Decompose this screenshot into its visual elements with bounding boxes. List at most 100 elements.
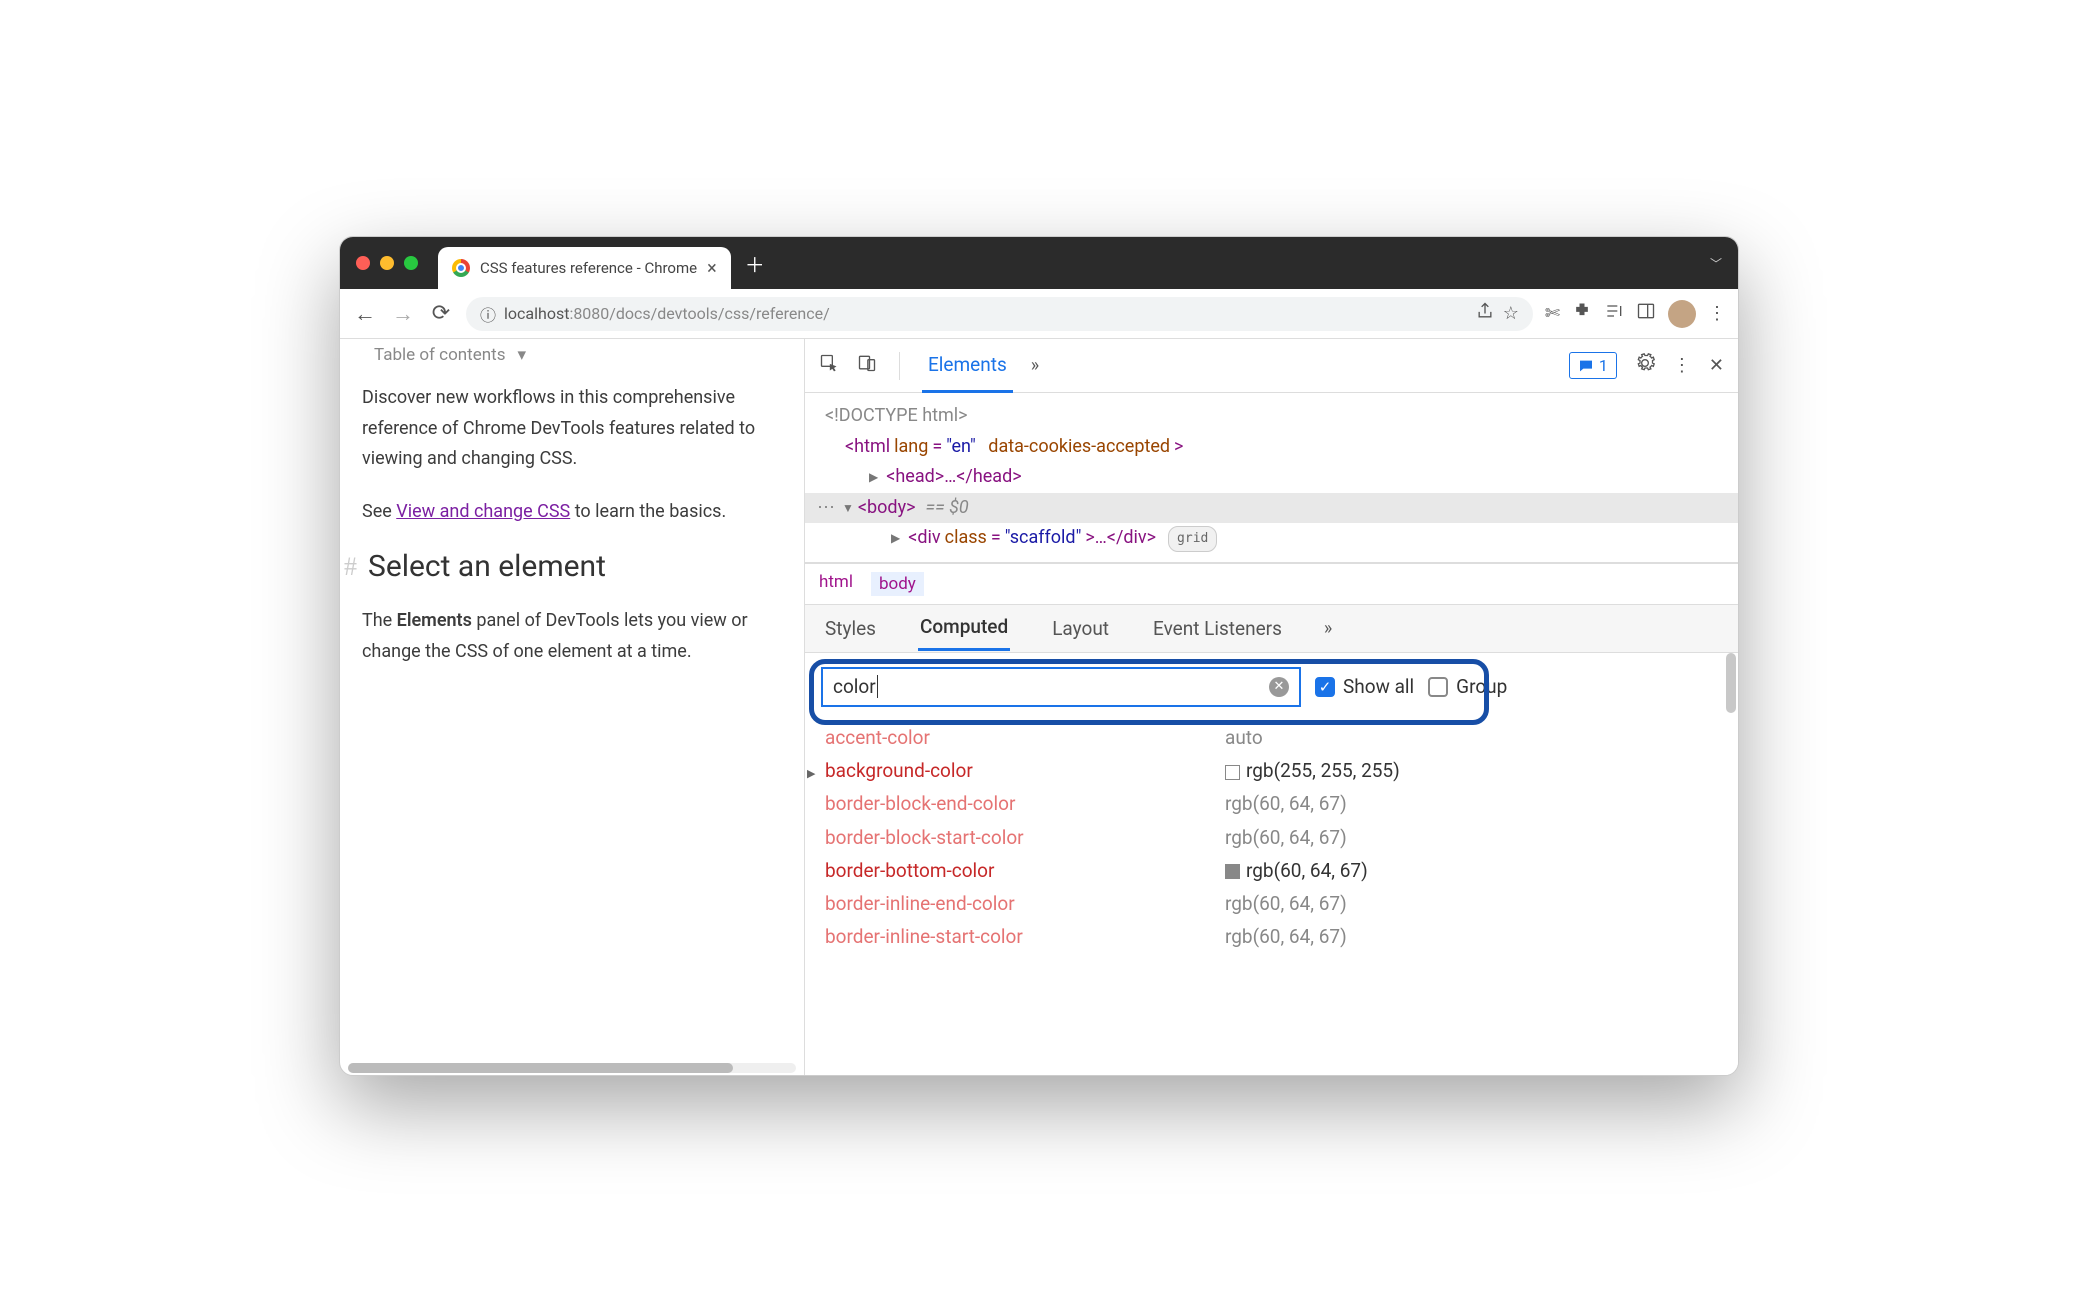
more-tabs-icon[interactable]: » xyxy=(1031,355,1039,376)
show-all-checkbox[interactable]: ✓Show all xyxy=(1315,675,1414,698)
subtab-layout[interactable]: Layout xyxy=(1050,607,1111,650)
close-tab-button[interactable]: × xyxy=(707,258,717,279)
tab-elements[interactable]: Elements xyxy=(922,339,1013,393)
checkbox-unchecked-icon xyxy=(1428,677,1448,697)
property-name: border-bottom-color xyxy=(825,854,1225,887)
url-host: localhost xyxy=(504,304,569,323)
back-button[interactable]: ← xyxy=(352,301,378,327)
menu-icon[interactable]: ⋮ xyxy=(1708,303,1726,324)
inspect-element-icon[interactable] xyxy=(819,353,839,378)
grid-badge[interactable]: grid xyxy=(1168,526,1217,552)
share-icon[interactable] xyxy=(1475,301,1495,326)
browser-window: CSS features reference - Chrome × ＋ ﹀ ← … xyxy=(339,236,1739,1076)
kebab-menu-icon[interactable]: ⋮ xyxy=(1673,355,1691,376)
property-name: border-inline-end-color xyxy=(825,887,1225,920)
property-name: border-block-end-color xyxy=(825,787,1225,820)
crumb-body[interactable]: body xyxy=(871,572,924,596)
filter-input[interactable]: color ✕ xyxy=(821,667,1301,707)
scissors-icon[interactable]: ✄ xyxy=(1545,303,1560,324)
forward-button[interactable]: → xyxy=(390,301,416,327)
property-value: rgb(60, 64, 67) xyxy=(1225,854,1368,887)
see-also-paragraph: See View and change CSS to learn the bas… xyxy=(362,497,782,528)
dom-tree[interactable]: <!DOCTYPE html> <html lang="en" data-coo… xyxy=(805,393,1738,563)
url-path: /docs/devtools/css/reference/ xyxy=(609,304,829,323)
property-value: rgb(60, 64, 67) xyxy=(1225,821,1347,854)
computed-property-row[interactable]: border-block-end-colorrgb(60, 64, 67) xyxy=(825,787,1722,820)
html-node[interactable]: <html lang="en" data-cookies-accepted> xyxy=(817,432,1726,463)
webpage-pane: Table of contents ▾ Discover new workflo… xyxy=(340,339,805,1075)
property-name: ▶background-color xyxy=(825,754,1225,787)
breadcrumb: html body xyxy=(805,563,1738,605)
computed-property-row[interactable]: ▶background-colorrgb(255, 255, 255) xyxy=(825,754,1722,787)
chevron-down-icon: ▾ xyxy=(517,345,526,365)
address-bar[interactable]: ⓘ localhost:8080/docs/devtools/css/refer… xyxy=(466,297,1533,331)
close-devtools-icon[interactable]: ✕ xyxy=(1709,355,1724,376)
hash-icon: # xyxy=(344,552,360,582)
separator xyxy=(899,352,900,380)
maximize-window-button[interactable] xyxy=(404,256,418,270)
subtab-computed[interactable]: Computed xyxy=(918,605,1010,651)
color-swatch[interactable] xyxy=(1225,864,1240,879)
property-name: accent-color xyxy=(825,721,1225,754)
property-value: rgb(255, 255, 255) xyxy=(1225,754,1400,787)
minimize-window-button[interactable] xyxy=(380,256,394,270)
color-swatch[interactable] xyxy=(1225,765,1240,780)
subtab-styles[interactable]: Styles xyxy=(823,607,878,650)
section-heading: #Select an element xyxy=(362,549,782,584)
property-name: border-inline-start-color xyxy=(825,920,1225,953)
vertical-scrollbar[interactable] xyxy=(1726,653,1736,713)
chrome-icon xyxy=(452,259,470,277)
styles-subtabs: Styles Computed Layout Event Listeners » xyxy=(805,605,1738,653)
site-info-icon[interactable]: ⓘ xyxy=(480,302,496,326)
issues-badge[interactable]: 1 xyxy=(1569,352,1617,379)
browser-tab[interactable]: CSS features reference - Chrome × xyxy=(438,247,731,289)
group-checkbox[interactable]: Group xyxy=(1428,675,1507,698)
checkbox-checked-icon: ✓ xyxy=(1315,677,1335,697)
property-value: rgb(60, 64, 67) xyxy=(1225,787,1347,820)
computed-property-row[interactable]: border-bottom-colorrgb(60, 64, 67) xyxy=(825,854,1722,887)
crumb-html[interactable]: html xyxy=(819,572,853,596)
horizontal-scrollbar[interactable] xyxy=(348,1063,796,1073)
intro-paragraph: Discover new workflows in this comprehen… xyxy=(362,383,782,475)
computed-property-row[interactable]: border-inline-end-colorrgb(60, 64, 67) xyxy=(825,887,1722,920)
body-paragraph: The Elements panel of DevTools lets you … xyxy=(362,606,782,667)
property-value: rgb(60, 64, 67) xyxy=(1225,920,1347,953)
reload-button[interactable]: ⟳ xyxy=(428,301,454,326)
property-value: auto xyxy=(1225,721,1263,754)
reading-list-icon[interactable] xyxy=(1604,301,1624,326)
computed-properties-list: accent-colorauto▶background-colorrgb(255… xyxy=(805,721,1738,964)
content-area: Table of contents ▾ Discover new workflo… xyxy=(340,339,1738,1075)
profile-avatar[interactable] xyxy=(1668,300,1696,328)
settings-gear-icon[interactable] xyxy=(1635,353,1655,378)
devtools-pane: Elements » 1 ⋮ ✕ <!DOCTYPE html> <html l… xyxy=(805,339,1738,1075)
computed-property-row[interactable]: accent-colorauto xyxy=(825,721,1722,754)
body-node-selected[interactable]: ⋯▼<body>== $0 xyxy=(805,493,1738,524)
tab-title: CSS features reference - Chrome xyxy=(480,259,697,277)
new-tab-button[interactable]: ＋ xyxy=(745,249,765,278)
table-of-contents-toggle[interactable]: Table of contents ▾ xyxy=(362,343,782,383)
clear-filter-icon[interactable]: ✕ xyxy=(1269,677,1289,697)
device-toolbar-icon[interactable] xyxy=(857,353,877,378)
extensions-icon[interactable] xyxy=(1572,301,1592,326)
titlebar: CSS features reference - Chrome × ＋ ﹀ xyxy=(340,237,1738,289)
view-change-css-link[interactable]: View and change CSS xyxy=(396,501,570,522)
filter-value: color xyxy=(833,675,878,698)
doctype-node: <!DOCTYPE html> xyxy=(817,401,1726,432)
computed-property-row[interactable]: border-block-start-colorrgb(60, 64, 67) xyxy=(825,821,1722,854)
close-window-button[interactable] xyxy=(356,256,370,270)
url-port: :8080 xyxy=(569,304,609,323)
side-panel-icon[interactable] xyxy=(1636,301,1656,326)
property-name: border-block-start-color xyxy=(825,821,1225,854)
subtab-event-listeners[interactable]: Event Listeners xyxy=(1151,607,1284,650)
computed-property-row[interactable]: border-inline-start-colorrgb(60, 64, 67) xyxy=(825,920,1722,953)
computed-filter-row: color ✕ ✓Show all Group xyxy=(805,653,1738,721)
ellipsis-icon: ⋯ xyxy=(817,493,836,524)
head-node[interactable]: ▶<head>…</head> xyxy=(817,462,1726,493)
tabs-dropdown-icon[interactable]: ﹀ xyxy=(1710,255,1722,272)
console-ref: == $0 xyxy=(926,493,969,524)
toc-label: Table of contents xyxy=(374,345,505,365)
bookmark-icon[interactable]: ☆ xyxy=(1503,303,1519,324)
more-subtabs-icon[interactable]: » xyxy=(1324,618,1332,639)
div-scaffold-node[interactable]: ▶<div class="scaffold">…</div>grid xyxy=(817,523,1726,554)
property-value: rgb(60, 64, 67) xyxy=(1225,887,1347,920)
